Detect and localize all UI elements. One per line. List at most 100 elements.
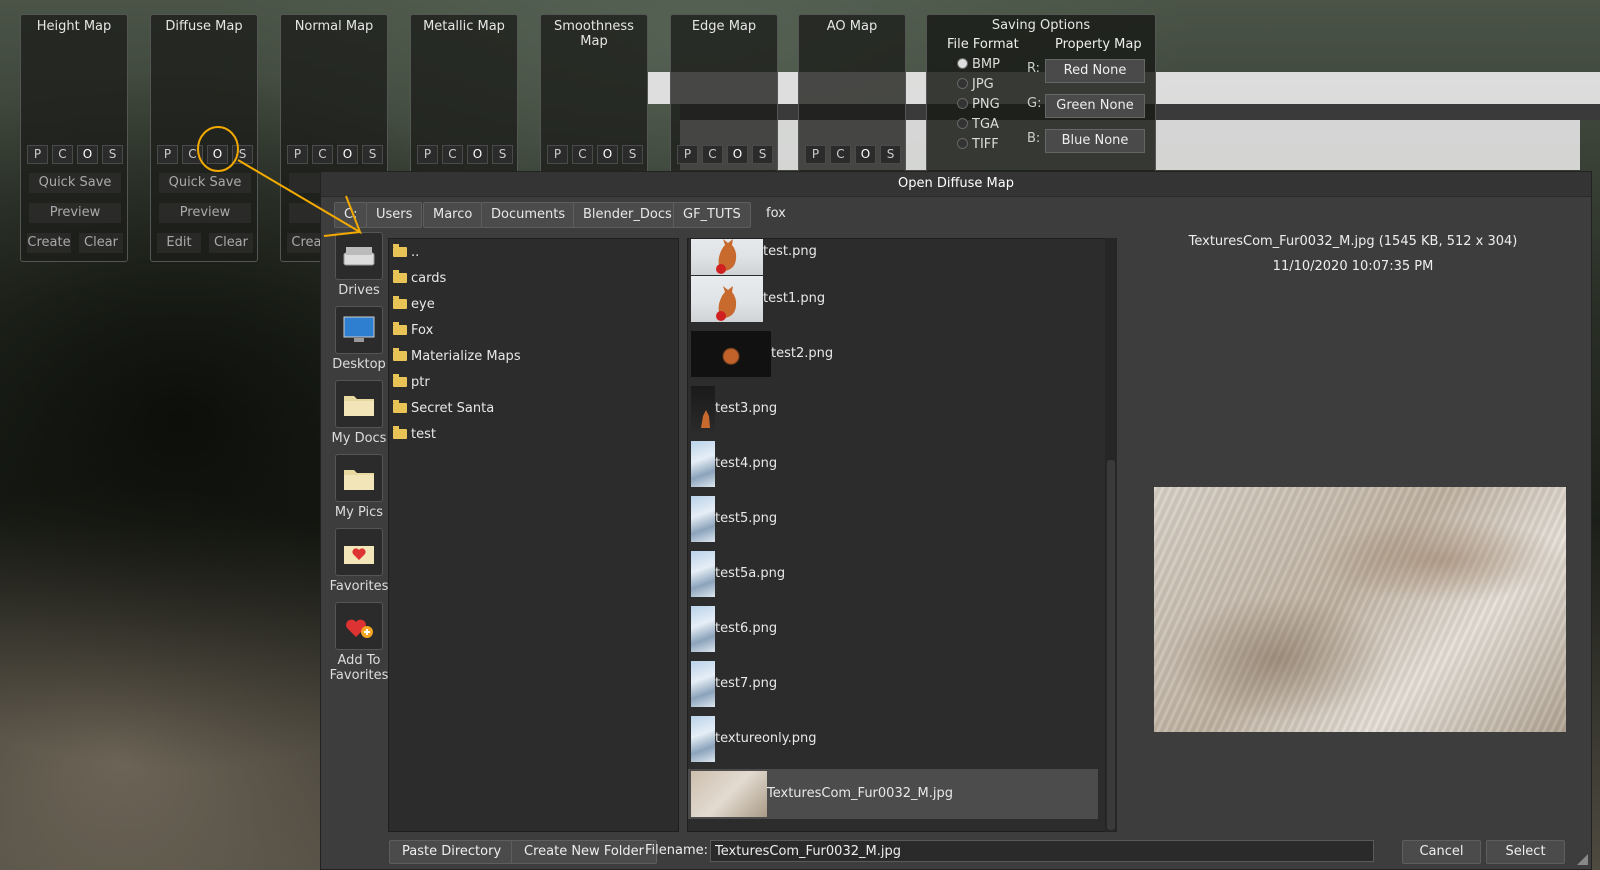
format-radio-bmp[interactable]: BMP (957, 57, 1000, 72)
map-button-s[interactable]: S (232, 145, 253, 164)
map-panel-buttons: PCOS (157, 145, 253, 164)
map-button-s[interactable]: S (880, 145, 901, 164)
folder-item[interactable]: Secret Santa (393, 398, 494, 420)
folder-item[interactable]: ptr (393, 372, 430, 394)
map-button-c[interactable]: C (702, 145, 723, 164)
place-my-pics[interactable]: My Pics (329, 454, 389, 520)
folder-item[interactable]: Materialize Maps (393, 346, 521, 368)
breadcrumb-item[interactable]: Blender_Docs (573, 202, 682, 228)
resize-grip-icon[interactable] (1575, 852, 1589, 866)
channel-select-button[interactable]: Red None (1045, 59, 1145, 83)
fox-thumbnail-icon (716, 286, 737, 321)
file-item[interactable]: test2.png (688, 329, 1098, 379)
map-button-o[interactable]: O (855, 145, 876, 164)
folder-icon (335, 454, 383, 502)
map-button-o[interactable]: O (77, 145, 98, 164)
format-radio-png[interactable]: PNG (957, 97, 1000, 112)
format-radio-jpg[interactable]: JPG (957, 77, 994, 92)
folder-name: Secret Santa (411, 401, 495, 416)
map-button-o[interactable]: O (597, 145, 618, 164)
format-radio-tiff[interactable]: TIFF (957, 137, 999, 152)
map-button-c[interactable]: C (830, 145, 851, 164)
format-radio-tga[interactable]: TGA (957, 117, 999, 132)
file-item[interactable]: test5a.png (688, 549, 1098, 599)
breadcrumb-item[interactable]: GF_TUTS (673, 202, 751, 228)
map-button-o[interactable]: O (467, 145, 488, 164)
place-favorites[interactable]: Favorites (329, 528, 389, 594)
place-drives[interactable]: Drives (329, 232, 389, 298)
cancel-button[interactable]: Cancel (1402, 840, 1481, 864)
map-button-c[interactable]: C (572, 145, 593, 164)
map-button-o[interactable]: O (337, 145, 358, 164)
file-list-scrollbar[interactable] (1105, 238, 1117, 832)
scrollbar-thumb[interactable] (1107, 460, 1115, 830)
map-button-s[interactable]: S (102, 145, 123, 164)
map-button-s[interactable]: S (492, 145, 513, 164)
folder-name: eye (411, 297, 435, 312)
map-button-s[interactable]: S (752, 145, 773, 164)
file-item[interactable]: test1.png (688, 274, 1098, 324)
file-item[interactable]: TexturesCom_Fur0032_M.jpg (688, 769, 1098, 819)
preview-button[interactable]: Preview (29, 203, 121, 223)
clear-button[interactable]: Clear (79, 233, 123, 253)
map-button-p[interactable]: P (677, 145, 698, 164)
map-button-c[interactable]: C (312, 145, 333, 164)
file-item[interactable]: test7.png (688, 659, 1098, 709)
map-button-p[interactable]: P (157, 145, 178, 164)
folder-item[interactable]: eye (393, 294, 435, 316)
map-panel-title: Smoothness Map (554, 19, 634, 49)
create-new-folder-button[interactable]: Create New Folder (511, 840, 657, 864)
paste-directory-button[interactable]: Paste Directory (389, 840, 515, 864)
file-item[interactable]: textureonly.png (688, 714, 1098, 764)
filename-input[interactable] (710, 840, 1374, 862)
map-button-p[interactable]: P (805, 145, 826, 164)
map-button-p[interactable]: P (417, 145, 438, 164)
map-panel-buttons: PCOS (27, 145, 123, 164)
clear-button[interactable]: Clear (209, 233, 253, 253)
file-item[interactable]: test5.png (688, 494, 1098, 544)
folder-list[interactable]: .. cards eye Fox Materialize Maps ptr Secret S… (388, 238, 679, 832)
map-button-c[interactable]: C (52, 145, 73, 164)
folder-item[interactable]: Fox (393, 320, 433, 342)
map-button-s[interactable]: S (622, 145, 643, 164)
channel-label: G: (1027, 96, 1042, 111)
desktop-icon (335, 306, 383, 354)
breadcrumb-item[interactable]: Documents (481, 202, 576, 228)
map-button-o[interactable]: O (727, 145, 748, 164)
map-button-c[interactable]: C (442, 145, 463, 164)
folder-item[interactable]: .. (393, 242, 419, 264)
place-my-docs[interactable]: My Docs (329, 380, 389, 446)
file-item[interactable]: test4.png (688, 439, 1098, 489)
channel-select-button[interactable]: Green None (1045, 94, 1145, 118)
breadcrumb-item[interactable]: Marco (423, 202, 483, 228)
map-panel-title: Metallic Map (423, 19, 505, 34)
file-list[interactable]: test.png test1.png test2.png test3.png test4… (687, 238, 1113, 832)
channel-select-button[interactable]: Blue None (1045, 129, 1145, 153)
map-left-action-button[interactable]: Create (27, 233, 71, 253)
drive-icon (335, 232, 383, 280)
map-button-o[interactable]: O (207, 145, 228, 164)
map-button-p[interactable]: P (27, 145, 48, 164)
preview-button[interactable]: Preview (159, 203, 251, 223)
breadcrumb-item[interactable]: C: (334, 202, 368, 228)
map-button-s[interactable]: S (362, 145, 383, 164)
quick-save-button[interactable]: Quick Save (29, 173, 121, 193)
format-label: BMP (972, 57, 1000, 72)
breadcrumb-item[interactable]: Users (366, 202, 423, 228)
map-button-p[interactable]: P (547, 145, 568, 164)
file-item[interactable]: test3.png (688, 384, 1098, 434)
map-button-c[interactable]: C (182, 145, 203, 164)
quick-save-button[interactable]: Quick Save (159, 173, 251, 193)
folder-item[interactable]: test (393, 424, 436, 446)
folder-item[interactable]: cards (393, 268, 446, 290)
map-panel: Height Map P C O S Quick Save Preview Create Cle… (20, 14, 128, 262)
place-desktop[interactable]: Desktop (329, 306, 389, 372)
map-button-p[interactable]: P (287, 145, 308, 164)
format-label: TIFF (972, 137, 999, 152)
select-button[interactable]: Select (1486, 840, 1565, 864)
file-item[interactable]: test6.png (688, 604, 1098, 654)
file-item[interactable]: test.png (688, 239, 1098, 277)
map-left-action-button[interactable]: Edit (157, 233, 201, 253)
file-name: test.png (763, 244, 817, 259)
place-add-to-favorites[interactable]: Add To Favorites (329, 602, 389, 683)
